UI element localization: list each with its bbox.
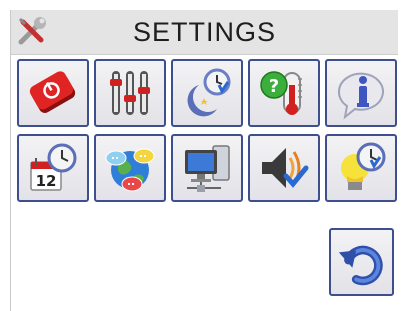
info-tile[interactable] (325, 59, 397, 127)
moon-clock-icon (187, 68, 231, 117)
power-icon (29, 71, 76, 113)
sliders-icon (110, 71, 150, 115)
calendar-clock-icon: 12 (30, 143, 77, 191)
globe-chat-icon (105, 148, 155, 192)
back-button[interactable] (329, 228, 394, 296)
speaker-check-icon (262, 148, 309, 188)
back-arrow-icon (338, 245, 383, 286)
bulb-clock-icon (341, 142, 386, 190)
volume-check-tile[interactable] (248, 134, 320, 202)
computer-network-icon (185, 145, 230, 192)
calendar-day: 12 (36, 172, 57, 190)
night-mode-tile[interactable] (171, 59, 243, 127)
help-temperature-tile[interactable]: ? (248, 59, 320, 127)
power-button-tile[interactable] (17, 59, 89, 127)
settings-screen: SETTINGS ? 12 (10, 10, 398, 311)
equalizer-tile[interactable] (94, 59, 166, 127)
title-bar: SETTINGS (11, 10, 398, 55)
help-thermometer-icon: ? (260, 71, 302, 115)
calendar-clock-tile[interactable]: 12 (17, 134, 89, 202)
info-icon (337, 72, 384, 120)
network-chat-tile[interactable] (94, 134, 166, 202)
light-clock-tile[interactable] (325, 134, 397, 202)
svg-text:?: ? (269, 76, 279, 97)
computer-network-tile[interactable] (171, 134, 243, 202)
page-title: SETTINGS (132, 17, 276, 47)
